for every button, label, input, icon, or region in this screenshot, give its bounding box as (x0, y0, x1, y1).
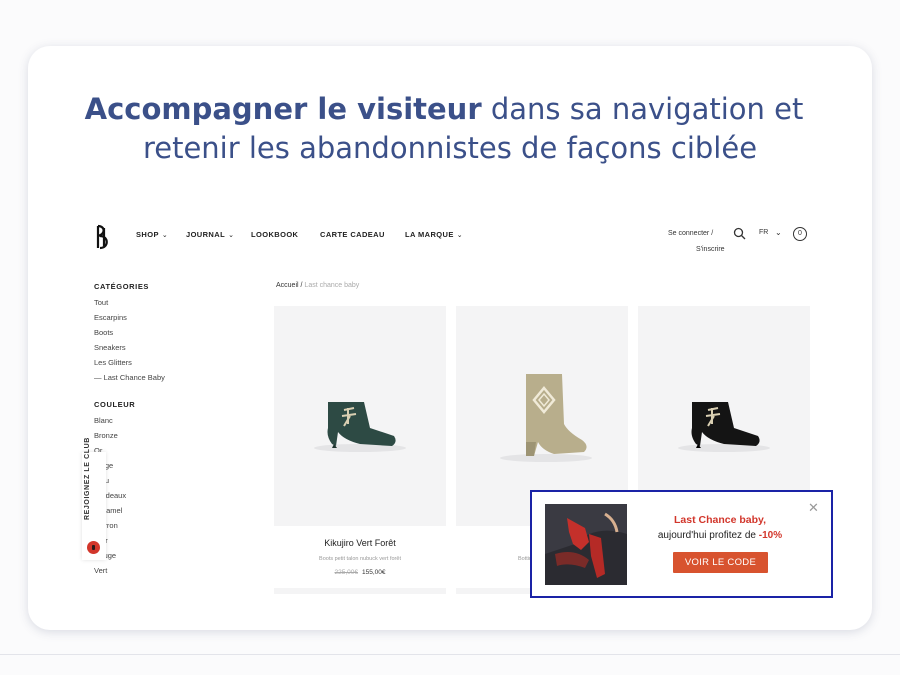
category-item[interactable]: Boots (94, 325, 165, 340)
product-card-image[interactable] (274, 588, 446, 594)
colors-heading: COULEUR (94, 400, 136, 409)
club-icon[interactable] (87, 541, 100, 554)
categories-heading: CATÉGORIES (94, 282, 150, 291)
category-item[interactable]: Tout (94, 295, 165, 310)
breadcrumb: Accueil / Last chance baby (276, 282, 359, 289)
chevron-down-icon[interactable]: ⌄ (775, 228, 782, 237)
breadcrumb-current: Last chance baby (304, 282, 360, 289)
promo-subtitle: aujourd'hui profitez de -10% (657, 530, 783, 541)
brand-logo[interactable] (94, 224, 114, 250)
signup-link[interactable]: S'inscrire (696, 246, 725, 253)
color-item[interactable]: Vert (94, 563, 126, 578)
page-divider (0, 654, 900, 655)
nav-journal[interactable]: JOURNAL ⌄ (186, 230, 234, 239)
discount-value: -10% (758, 530, 783, 541)
join-club-label[interactable]: REJOIGNEZ LE CLUB (84, 437, 91, 520)
chevron-down-icon: ⌄ (161, 232, 169, 239)
product-price: 225,00€ 155,00€ (274, 569, 446, 576)
headline-line2: retenir les abandonnistes de façons cibl… (142, 131, 758, 165)
category-item[interactable]: Escarpins (94, 310, 165, 325)
nav-lookbook[interactable]: LOOKBOOK (251, 230, 298, 239)
login-link[interactable]: Se connecter / (668, 230, 713, 237)
product-card-image[interactable] (274, 306, 446, 526)
search-icon[interactable] (733, 227, 746, 240)
color-item[interactable]: Blanc (94, 413, 126, 428)
category-list: Tout Escarpins Boots Sneakers Les Glitte… (94, 295, 165, 385)
language-selector[interactable]: FR (759, 229, 768, 236)
color-item[interactable]: Bronze (94, 428, 126, 443)
show-code-button[interactable]: VOIR LE CODE (673, 552, 768, 573)
promo-image (545, 504, 627, 585)
promo-title: Last Chance baby, (674, 514, 766, 526)
product-description: Boots petit talon nubuck vert forêt (319, 556, 401, 562)
nav-gift-card[interactable]: CARTE CADEAU (320, 230, 385, 239)
promo-popup: ✕ Last Chance baby, aujourd'hui profitez… (530, 490, 833, 598)
nav-brand[interactable]: LA MARQUE ⌄ (405, 230, 463, 239)
nav-shop[interactable]: SHOP ⌄ (136, 230, 168, 239)
breadcrumb-home[interactable]: Accueil / (276, 282, 302, 289)
category-item-active[interactable]: — Last Chance Baby (94, 370, 165, 385)
close-icon[interactable]: ✕ (808, 500, 819, 516)
headline: Accompagner le visiteur dans sa navigati… (28, 90, 872, 168)
category-item[interactable]: Les Glitters (94, 355, 165, 370)
green-boot-image (314, 402, 406, 452)
cart-icon[interactable]: 0 (793, 227, 807, 241)
current-price: 155,00€ (362, 569, 386, 576)
chevron-down-icon: ⌄ (228, 232, 235, 239)
category-item[interactable]: Sneakers (94, 340, 165, 355)
old-price: 225,00€ (334, 569, 359, 576)
product-name[interactable]: Kikujiro Vert Forêt (274, 538, 446, 548)
headline-rest: dans sa navigation et (481, 92, 804, 126)
headline-bold: Accompagner le visiteur (84, 92, 482, 126)
chevron-down-icon: ⌄ (456, 232, 464, 239)
